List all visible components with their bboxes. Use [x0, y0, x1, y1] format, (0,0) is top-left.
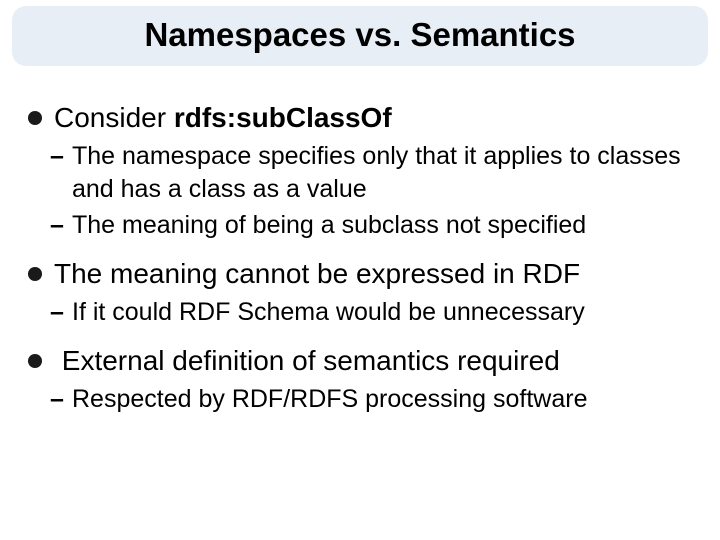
sub-bullet-text: Respected by RDF/RDFS processing softwar…	[72, 385, 587, 413]
dash-icon: –	[50, 140, 64, 173]
sub-bullet-text: The namespace specifies only that it app…	[72, 142, 681, 203]
bullet-level2: – If it could RDF Schema would be unnece…	[28, 296, 700, 329]
bullet-group: External definition of semantics require…	[28, 343, 700, 416]
title-band: Namespaces vs. Semantics	[12, 6, 708, 66]
dash-icon: –	[50, 383, 64, 416]
bullet-level2: – The meaning of being a subclass not sp…	[28, 209, 700, 242]
slide-body: Consider rdfs:subClassOf – The namespace…	[28, 86, 700, 428]
sub-bullet-text: If it could RDF Schema would be unnecess…	[72, 298, 585, 326]
bullet-dot-icon	[28, 111, 42, 125]
bullet-level1: Consider rdfs:subClassOf	[28, 100, 700, 136]
bullet-text: Consider	[54, 102, 174, 133]
bullet-group: The meaning cannot be expressed in RDF –…	[28, 256, 700, 329]
bullet-text: External definition of semantics require…	[54, 345, 560, 376]
bullet-text: The meaning cannot be expressed in RDF	[54, 258, 580, 289]
bullet-level2: – The namespace specifies only that it a…	[28, 140, 700, 205]
bullet-dot-icon	[28, 354, 42, 368]
bullet-bold: rdfs:subClassOf	[174, 102, 392, 133]
bullet-level2: – Respected by RDF/RDFS processing softw…	[28, 383, 700, 416]
dash-icon: –	[50, 209, 64, 242]
slide: Namespaces vs. Semantics Consider rdfs:s…	[0, 0, 720, 540]
bullet-level1: The meaning cannot be expressed in RDF	[28, 256, 700, 292]
bullet-group: Consider rdfs:subClassOf – The namespace…	[28, 100, 700, 242]
slide-title: Namespaces vs. Semantics	[144, 16, 575, 53]
dash-icon: –	[50, 296, 64, 329]
sub-bullet-text: The meaning of being a subclass not spec…	[72, 211, 586, 239]
bullet-level1: External definition of semantics require…	[28, 343, 700, 379]
bullet-dot-icon	[28, 267, 42, 281]
